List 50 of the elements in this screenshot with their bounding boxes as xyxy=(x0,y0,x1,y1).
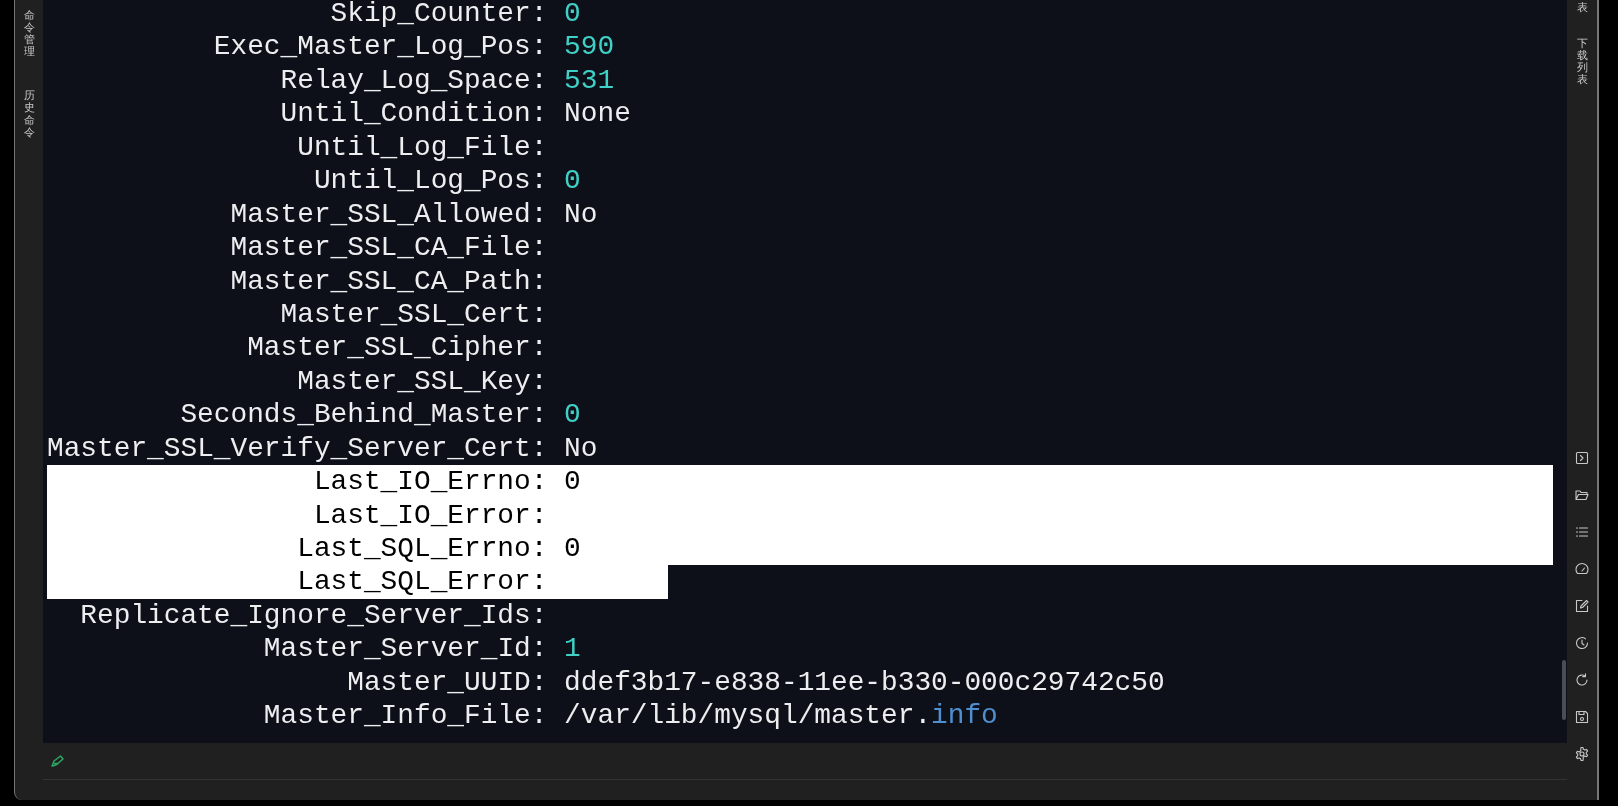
field-label: Last_IO_Errno: xyxy=(313,466,548,498)
sidebar-tab[interactable]: 历史命令 xyxy=(23,90,35,139)
field-label: Last_SQL_Error: xyxy=(297,566,548,598)
field-label: Master_SSL_Cipher: xyxy=(247,332,548,364)
field-label: Relay_Log_Space: xyxy=(280,64,548,96)
field-label: Seconds_Behind_Master: xyxy=(180,399,548,431)
sidebar-tab[interactable]: 表 xyxy=(1576,2,1588,15)
field-label: Master_Server_Id: xyxy=(263,633,548,665)
settings-icon[interactable] xyxy=(1574,746,1590,762)
field-value: 1 xyxy=(564,632,581,666)
sidebar-tab[interactable]: 下载列表 xyxy=(1576,38,1588,87)
field-value: 590 xyxy=(564,30,615,64)
field-value: 0 xyxy=(564,398,581,432)
field-value: No xyxy=(564,197,598,232)
save-icon[interactable] xyxy=(1574,709,1590,725)
field-label: Last_SQL_Errno: xyxy=(297,533,548,564)
folder-icon[interactable] xyxy=(1574,487,1590,503)
field-label: Master_SSL_Verify_Server_Cert: xyxy=(47,432,548,464)
pen-icon[interactable] xyxy=(51,755,65,767)
field-label: Until_Condition: xyxy=(280,98,548,130)
field-label: Exec_Master_Log_Pos: xyxy=(213,31,548,63)
field-label: Master_SSL_CA_File: xyxy=(230,232,548,264)
field-label: Master_SSL_CA_Path: xyxy=(230,265,548,297)
field-label: Replicate_Ignore_Server_Ids: xyxy=(80,599,548,631)
field-label: Master_SSL_Cert: xyxy=(280,298,548,330)
terminal-icon[interactable] xyxy=(1574,450,1590,466)
field-label: Master_SSL_Key: xyxy=(297,365,548,397)
scrollbar[interactable] xyxy=(1562,660,1566,720)
field-value: None xyxy=(564,97,631,131)
field-value: No xyxy=(564,431,598,466)
sidebar-tab[interactable]: 命令管理 xyxy=(23,10,35,59)
field-label: Master_Info_File: xyxy=(263,700,548,732)
field-label: Master_SSL_Allowed: xyxy=(230,198,548,230)
history-icon[interactable] xyxy=(1574,635,1590,651)
field-label: Last_IO_Error: xyxy=(313,499,548,531)
list-icon[interactable] xyxy=(1574,524,1590,540)
field-value: 0 xyxy=(564,164,581,198)
field-label: Until_Log_File: xyxy=(297,131,548,163)
field-value: 0 xyxy=(564,532,581,566)
field-value: 531 xyxy=(564,63,615,98)
field-value: 0 xyxy=(564,0,581,31)
field-value: 0 xyxy=(564,465,581,499)
field-label: Until_Log_Pos: xyxy=(313,165,548,197)
edit-icon[interactable] xyxy=(1574,598,1590,614)
field-label: Master_UUID: xyxy=(347,666,548,698)
field-label: Skip_Counter: xyxy=(330,0,548,29)
refresh-icon[interactable] xyxy=(1574,672,1590,688)
field-value: /var/lib/mysql/master.info xyxy=(564,699,998,733)
gauge-icon[interactable] xyxy=(1574,561,1590,577)
field-value: ddef3b17-e838-11ee-b330-000c29742c50 xyxy=(564,665,1165,700)
